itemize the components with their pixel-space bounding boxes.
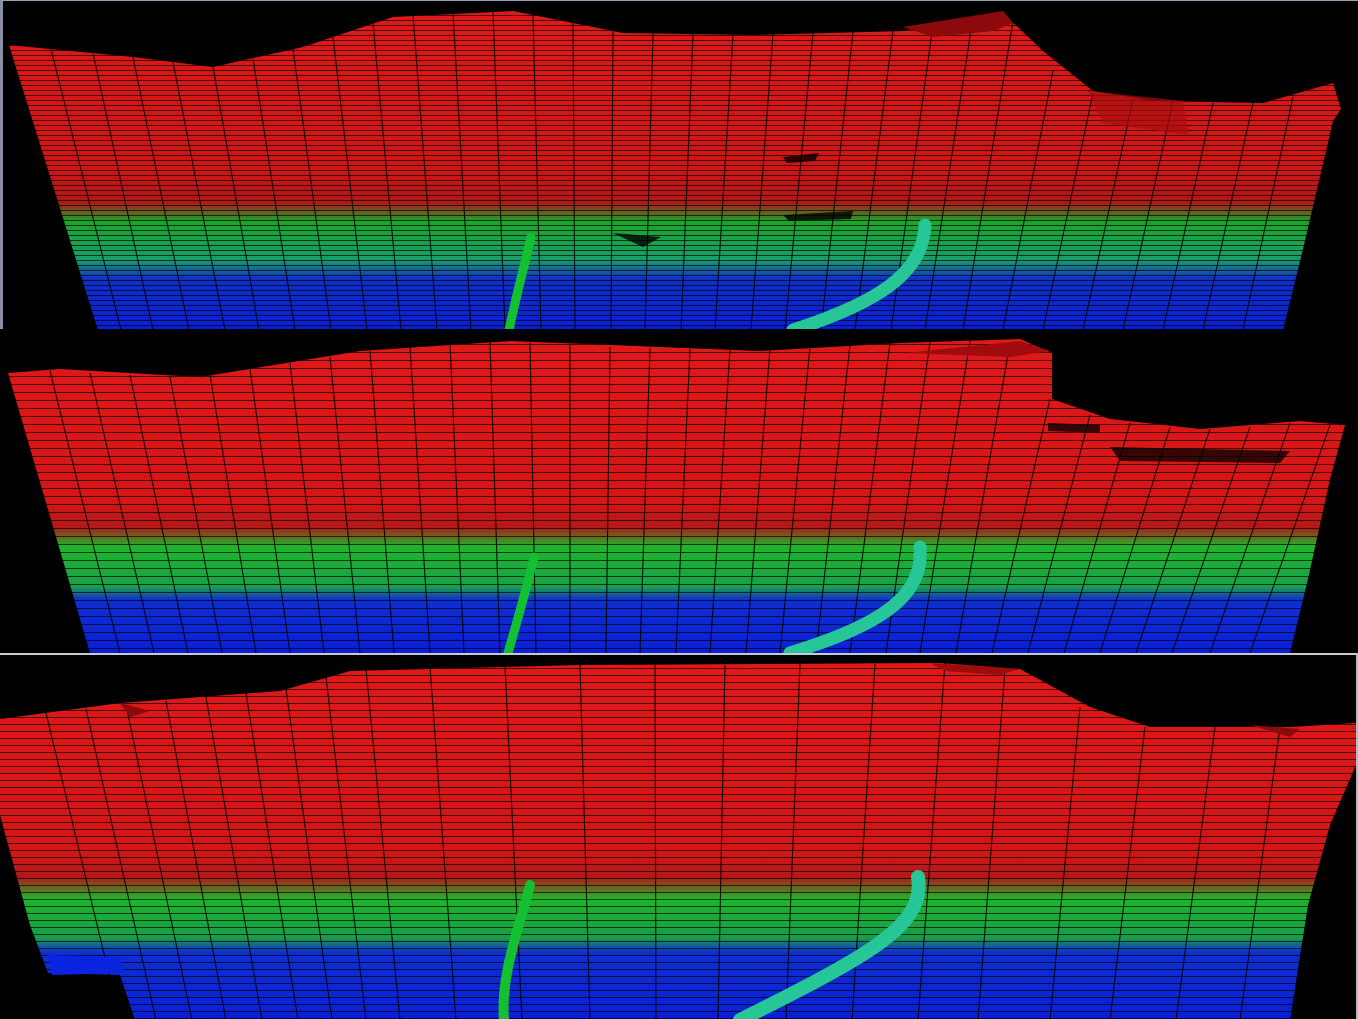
reservoir-grid-view-1 [9,10,1341,329]
reservoir-grid-view-2 [8,339,1345,653]
grid-body [9,10,1341,329]
viewport-2[interactable] [0,329,1358,654]
viewport-3[interactable] [0,654,1358,1019]
viewport-1[interactable] [0,0,1358,329]
grid-body [0,662,1356,1019]
grid-body [8,339,1345,653]
reservoir-grid-view-3 [0,662,1356,1019]
